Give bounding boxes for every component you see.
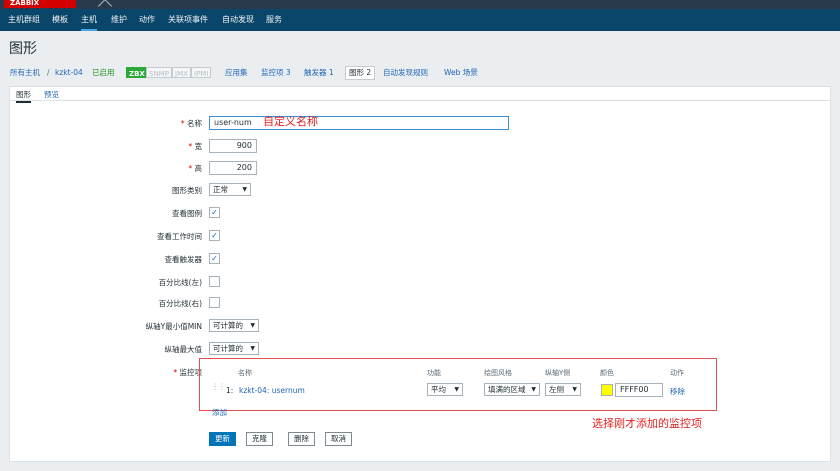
height-label: * 高 xyxy=(188,164,202,173)
show-legend-checkbox[interactable]: ✓ xyxy=(209,207,220,218)
col-action: 动作 xyxy=(670,369,684,377)
ymin-label: 纵轴Y最小值MIN xyxy=(145,322,202,331)
breadcrumb-separator: / xyxy=(47,68,50,77)
tab-preview[interactable]: 预览 xyxy=(44,89,59,100)
nav-discovery[interactable]: 自动发现 xyxy=(222,9,254,31)
nav-host-groups[interactable]: 主机群组 xyxy=(8,9,40,31)
ymax-label: 纵轴最大值 xyxy=(164,345,203,354)
tab-graph[interactable]: 图形 xyxy=(16,89,31,103)
ymin-select[interactable]: 可计算的 ▼ xyxy=(209,319,259,332)
dropdown-arrow-icon: ▼ xyxy=(531,386,536,393)
web-scenarios-link[interactable]: Web 场景 xyxy=(444,67,478,79)
triggers-link[interactable]: 触发器 1 xyxy=(304,67,334,79)
applications-link[interactable]: 应用集 xyxy=(225,67,248,79)
item-colour-field[interactable]: FFFF00 xyxy=(615,383,663,397)
dropdown-arrow-icon: ▼ xyxy=(454,386,459,393)
show-triggers-label: 查看触发器 xyxy=(164,255,203,264)
name-label: * 名称 xyxy=(180,119,202,128)
drag-handle-icon[interactable]: ⋮⋮ xyxy=(211,383,226,395)
cancel-button[interactable]: 取消 xyxy=(325,432,352,446)
snmp-availability-badge: SNMP xyxy=(146,67,172,78)
check-icon: ✓ xyxy=(211,231,218,240)
nav-event-correlation[interactable]: 关联项事件 xyxy=(168,9,208,31)
items-label: * 监控项 xyxy=(173,368,202,377)
dropdown-arrow-icon: ▼ xyxy=(250,322,255,329)
remove-item-link[interactable]: 移除 xyxy=(670,386,685,397)
name-field[interactable]: user-num xyxy=(209,116,509,130)
height-field[interactable]: 200 xyxy=(209,161,257,175)
percentile-left-checkbox[interactable] xyxy=(209,276,220,287)
col-function: 功能 xyxy=(427,369,441,377)
graphs-link[interactable]: 图形 2 xyxy=(345,66,376,80)
dropdown-arrow-icon: ▼ xyxy=(572,386,577,393)
zbx-availability-badge: ZBX xyxy=(126,67,148,78)
host-link[interactable]: kzkt-04 xyxy=(55,67,83,79)
delete-button[interactable]: 删除 xyxy=(288,432,315,446)
logo-strip: ZABBIX xyxy=(0,0,840,14)
nav-maintenance[interactable]: 维护 xyxy=(111,9,127,31)
graph-type-label: 图形类别 xyxy=(172,186,202,195)
check-icon: ✓ xyxy=(211,208,218,217)
show-legend-label: 查看图例 xyxy=(172,209,202,218)
nav-actions[interactable]: 动作 xyxy=(139,9,155,31)
item-row-index: 1: xyxy=(226,386,234,395)
percentile-right-checkbox[interactable] xyxy=(209,297,220,308)
name-annotation: 自定义名称 xyxy=(263,115,318,128)
item-y-axis-side-select[interactable]: 左侧 ▼ xyxy=(545,383,581,396)
percentile-left-label: 百分比线(左) xyxy=(158,278,202,287)
dropdown-arrow-icon: ▼ xyxy=(242,186,247,193)
graph-type-select[interactable]: 正常 ▼ xyxy=(209,183,251,196)
width-label: * 宽 xyxy=(188,142,202,151)
item-function-select[interactable]: 平均 ▼ xyxy=(427,383,463,396)
top-navigation: 主机群组 模板 主机 维护 动作 关联项事件 自动发现 服务 xyxy=(0,9,840,31)
col-y-axis-side: 纵轴Y侧 xyxy=(545,369,571,377)
page-title: 图形 xyxy=(9,41,37,57)
graph-form-panel: 图形 预览 * 名称 user-num 自定义名称 * 宽 900 * 高 20… xyxy=(9,86,831,462)
discovery-rules-link[interactable]: 自动发现规则 xyxy=(383,67,428,79)
items-link[interactable]: 监控项 3 xyxy=(261,67,291,79)
show-triggers-checkbox[interactable]: ✓ xyxy=(209,253,220,264)
ipmi-availability-badge: IPMI xyxy=(191,67,212,78)
show-working-time-checkbox[interactable]: ✓ xyxy=(209,230,220,241)
all-hosts-link[interactable]: 所有主机 xyxy=(10,67,40,79)
nav-hosts[interactable]: 主机 xyxy=(81,9,97,31)
nav-templates[interactable]: 模板 xyxy=(52,9,68,31)
dropdown-arrow-icon: ▼ xyxy=(250,345,255,352)
add-item-link[interactable]: 添加 xyxy=(212,407,227,418)
update-button[interactable]: 更新 xyxy=(209,432,236,446)
col-draw-style: 绘图风格 xyxy=(484,369,512,377)
width-field[interactable]: 900 xyxy=(209,139,257,153)
percentile-right-label: 百分比线(右) xyxy=(158,299,202,308)
check-icon: ✓ xyxy=(211,254,218,263)
col-name: 名称 xyxy=(238,369,252,377)
show-working-time-label: 查看工作时间 xyxy=(157,232,202,241)
jmx-availability-badge: JMX xyxy=(172,67,191,78)
ymax-select[interactable]: 可计算的 ▼ xyxy=(209,342,259,355)
col-colour: 颜色 xyxy=(600,369,614,377)
form-tabs: 图形 预览 xyxy=(10,87,830,103)
colour-swatch[interactable] xyxy=(601,384,613,396)
clone-button[interactable]: 克隆 xyxy=(246,432,273,446)
items-annotation: 选择刚才添加的监控项 xyxy=(592,417,702,430)
item-draw-style-select[interactable]: 填满的区域 ▼ xyxy=(484,383,540,396)
host-status-enabled[interactable]: 已启用 xyxy=(92,67,115,79)
nav-services[interactable]: 服务 xyxy=(266,9,282,31)
zabbix-logo[interactable]: ZABBIX xyxy=(4,0,76,8)
item-name-link[interactable]: kzkt-04: usernum xyxy=(239,386,305,395)
